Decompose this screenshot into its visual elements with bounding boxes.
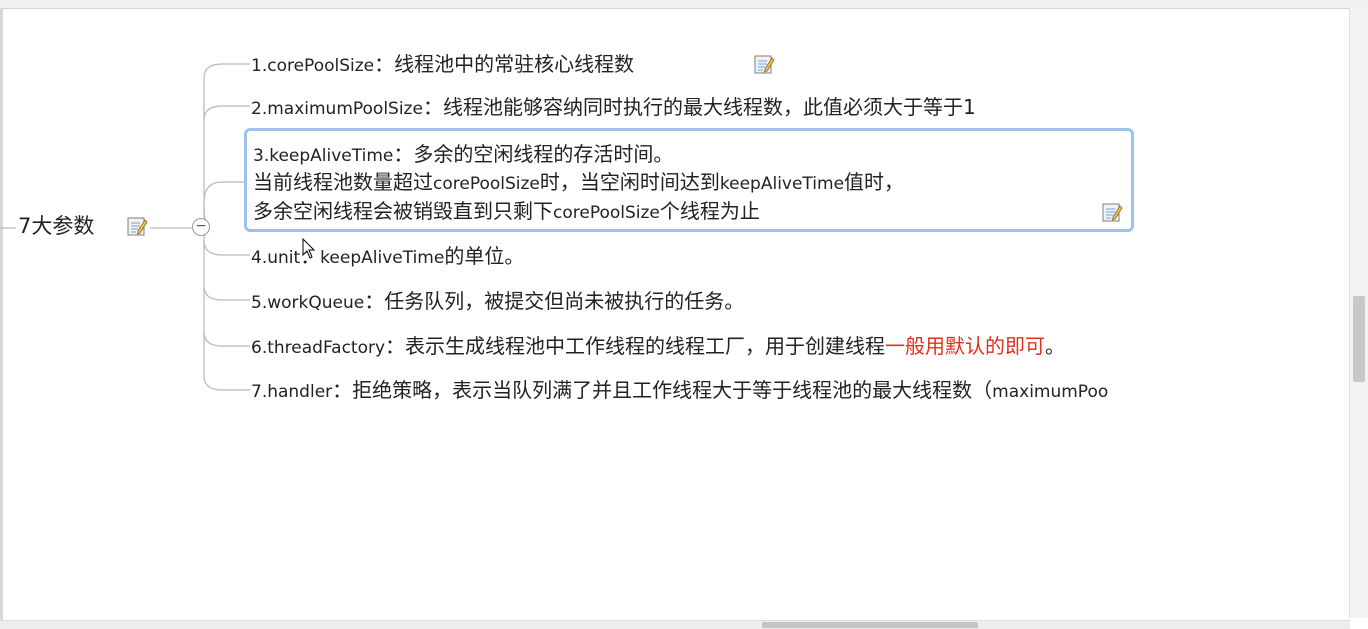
topic-key: 6.threadFactory (251, 338, 386, 358)
vertical-scrollbar[interactable] (1349, 8, 1368, 618)
horizontal-scrollbar-thumb[interactable] (762, 622, 978, 628)
topic-text: 时，当空闲时间达到 (539, 170, 720, 194)
topic-key: 3.keepAliveTime (253, 146, 394, 166)
topic-text: 多余空闲线程会被销毁直到只剩下 (253, 199, 553, 223)
topic-line-2: 当前线程池数量超过corePoolSize时，当空闲时间达到keepAliveT… (253, 169, 904, 197)
topic-key: corePoolSize (553, 203, 660, 223)
topic-text: 任务队列，被提交但尚未被执行的任务。 (384, 289, 745, 313)
topic-line-1: 3.keepAliveTime：多余的空闲线程的存活时间。 (253, 141, 673, 169)
topic-text: 线程池中的常驻核心线程数 (394, 52, 635, 76)
topic-text: 拒绝策略，表示当队列满了并且工作线程大于等于线程池的最大线程数（ (352, 378, 993, 402)
note-pencil-icon[interactable] (753, 53, 775, 75)
topic-text: 个线程为止 (659, 199, 760, 223)
topic-highlight-text: 一般用默认的即可 (885, 334, 1046, 358)
mindmap-canvas[interactable]: 7大参数 − 1.corePoolSize：线程池中的常驻核心线程数 2.max… (0, 0, 1368, 629)
root-topic[interactable]: 7大参数 (18, 212, 94, 240)
topic-separator: ： (364, 289, 385, 313)
note-pencil-icon[interactable] (126, 215, 148, 237)
topic-key-ref: keepAliveTime (320, 248, 445, 268)
topic-text: 值时， (844, 170, 905, 194)
topic-line-3: 多余空闲线程会被销毁直到只剩下corePoolSize个线程为止 (253, 198, 760, 226)
topic-unit[interactable]: 4.unit：keepAliveTime的单位。 (251, 243, 524, 271)
topic-text: 当前线程池数量超过 (253, 170, 433, 194)
horizontal-scrollbar[interactable] (0, 620, 1350, 629)
topic-text-tail: 。 (1045, 334, 1066, 358)
topic-text: ：多余的空闲线程的存活时间。 (393, 142, 674, 166)
topic-core-pool-size[interactable]: 1.corePoolSize：线程池中的常驻核心线程数 (251, 51, 634, 79)
topic-separator: ： (332, 378, 353, 402)
topic-text: 的单位。 (444, 244, 525, 268)
topic-separator: ： (422, 95, 443, 119)
topic-key: 5.workQueue (251, 293, 365, 313)
topic-maximum-pool-size[interactable]: 2.maximumPoolSize：线程池能够容纳同时执行的最大线程数，此值必须… (251, 94, 976, 122)
topic-key: 1.corePoolSize (251, 56, 375, 76)
collapse-toggle-button[interactable]: − (192, 218, 210, 236)
topic-keep-alive-time-selected[interactable]: 3.keepAliveTime：多余的空闲线程的存活时间。 当前线程池数量超过c… (244, 128, 1134, 232)
topic-thread-factory[interactable]: 6.threadFactory：表示生成线程池中工作线程的线程工厂，用于创建线程… (251, 333, 1065, 361)
topic-key: 2.maximumPoolSize (251, 99, 423, 119)
vertical-scrollbar-thumb[interactable] (1353, 296, 1365, 382)
collapse-toggle-glyph: − (195, 218, 207, 234)
topic-key: keepAliveTime (719, 174, 845, 194)
mouse-pointer-icon (302, 238, 316, 259)
note-pencil-icon[interactable] (1101, 201, 1123, 223)
topic-key: corePoolSize (433, 174, 540, 194)
topic-separator: ： (385, 334, 406, 358)
topic-text: 线程池能够容纳同时执行的最大线程数，此值必须大于等于1 (442, 95, 976, 119)
root-topic-label: 7大参数 (18, 214, 95, 238)
topic-separator: ： (374, 52, 395, 76)
topic-key: 4.unit (251, 248, 301, 268)
topic-work-queue[interactable]: 5.workQueue：任务队列，被提交但尚未被执行的任务。 (251, 288, 744, 316)
topic-text: 表示生成线程池中工作线程的线程工厂，用于创建线程 (405, 334, 886, 358)
topic-handler[interactable]: 7.handler：拒绝策略，表示当队列满了并且工作线程大于等于线程池的最大线程… (251, 377, 1108, 405)
topic-key-ref: maximumPoo (992, 382, 1109, 402)
topic-key: 7.handler (251, 382, 333, 402)
